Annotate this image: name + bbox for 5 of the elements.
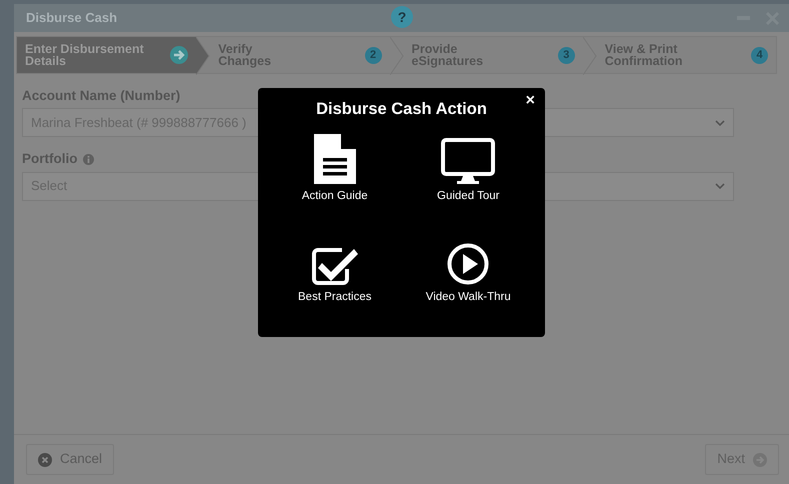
step-number: 2	[364, 46, 382, 64]
modal-title: Disburse Cash Action	[315, 100, 488, 120]
window-title: Disburse Cash	[26, 9, 118, 28]
step-number: 3	[558, 46, 575, 64]
step-number: 4	[751, 46, 768, 64]
